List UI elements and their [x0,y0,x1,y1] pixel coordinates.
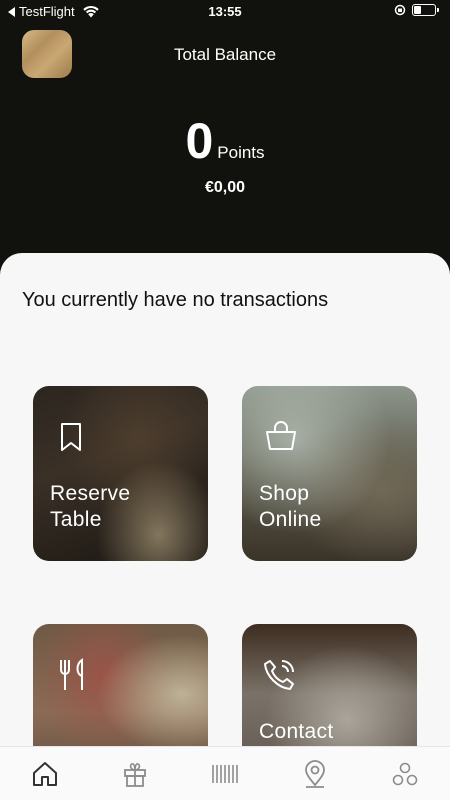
points-unit: Points [217,143,265,162]
points-row: 0 Points [0,112,450,170]
content-sheet: You currently have no transactions Reser… [0,253,450,800]
shop-label-line2: Online [259,508,322,531]
bookmark-icon [61,423,81,451]
phone-icon [264,660,294,690]
tab-bar [0,746,450,800]
battery-icon [412,4,439,16]
reserve-table-label: Reserve Table [50,481,130,533]
battery-level [414,6,421,14]
shop-online-label: Shop Online [259,481,322,533]
reserve-label-line1: Reserve [50,482,131,505]
status-bar: TestFlight 13:55 [0,0,450,24]
contact-label: Contact [259,720,334,743]
tab-barcode[interactable] [210,759,240,789]
no-transactions-message: You currently have no transactions [22,289,329,311]
reserve-label-line2: Table [50,508,102,531]
circles-icon [392,762,418,786]
balance-header: Total Balance 0 Points €0,00 [0,24,450,264]
shop-label-line1: Shop [259,482,310,505]
tab-more[interactable] [390,759,420,789]
status-time: 13:55 [208,4,242,19]
shop-online-tile[interactable]: Shop Online [242,386,417,561]
tab-home[interactable] [30,759,60,789]
home-icon [33,762,57,786]
reserve-table-tile[interactable]: Reserve Table [33,386,208,561]
points-value: 0 [185,113,214,169]
gift-icon [124,763,146,787]
tab-gift[interactable] [120,759,150,789]
cutlery-icon [60,658,83,690]
barcode-icon [212,765,238,783]
basket-icon [266,421,296,450]
balance-title: Total Balance [173,45,277,64]
location-pin-icon [305,760,325,788]
tab-location[interactable] [300,759,330,789]
orientation-lock-icon [394,4,406,16]
currency-balance: €0,00 [204,179,246,196]
